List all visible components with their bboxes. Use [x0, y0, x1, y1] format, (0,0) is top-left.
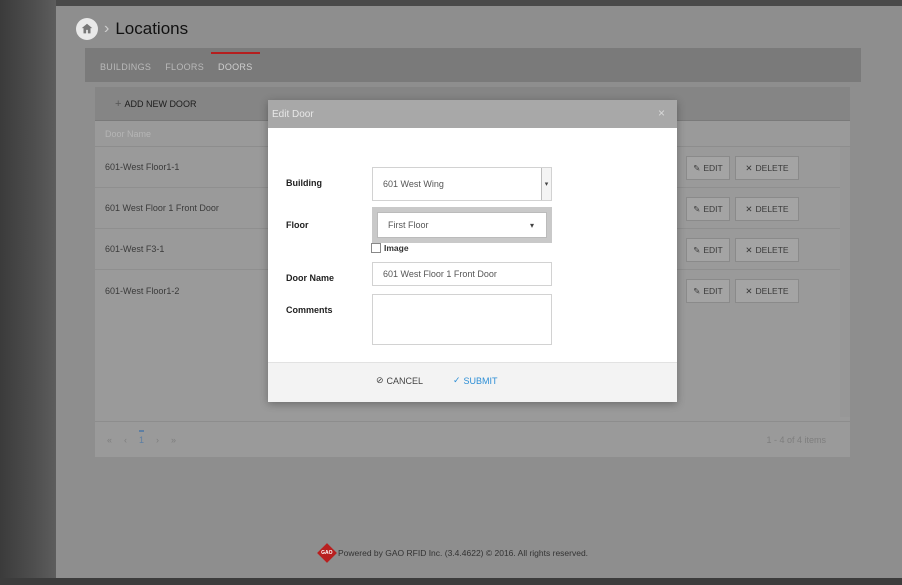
pencil-icon: ✎ [693, 244, 701, 255]
tabs-bar: BUILDINGS FLOORS DOORS [85, 48, 861, 82]
dialog-header: Edit Door × [268, 100, 677, 128]
edit-button[interactable]: ✎ EDIT [686, 197, 730, 221]
tab-floors[interactable]: FLOORS [158, 62, 211, 82]
delete-button[interactable]: ✕ DELETE [735, 197, 799, 221]
row-door-name: 601-West Floor1-1 [105, 162, 180, 172]
door-name-input[interactable]: 601 West Floor 1 Front Door [372, 262, 552, 286]
floor-select[interactable]: First Floor ▾ [372, 207, 552, 243]
close-icon[interactable]: × [658, 106, 665, 120]
row-door-name: 601-West Floor1-2 [105, 285, 180, 296]
footer-text: Powered by GAO RFID Inc. (3.4.4622) © 20… [338, 548, 589, 558]
pager-first-button[interactable]: « [107, 435, 112, 445]
checkmark-icon: ✓ [453, 375, 461, 385]
chevron-down-icon: ▾ [529, 220, 534, 230]
building-label: Building [286, 178, 322, 188]
pencil-icon: ✎ [693, 162, 701, 173]
tab-doors[interactable]: DOORS [211, 52, 260, 82]
pager-page-1[interactable]: 1 [139, 429, 145, 445]
pager: « ‹ 1 › » 1 - 4 of 4 items [95, 421, 850, 457]
image-checkbox-row[interactable]: Image [371, 243, 409, 253]
edit-button[interactable]: ✎ EDIT [686, 156, 730, 180]
door-name-label: Door Name [286, 273, 335, 283]
row-door-name: 601 West Floor 1 Front Door [105, 203, 219, 213]
bottom-bezel [0, 578, 902, 585]
edit-door-dialog: Edit Door × ⊘ CANCEL ✓ SUBMIT [268, 100, 677, 402]
add-new-door-button[interactable]: + ADD NEW DOOR [115, 98, 196, 110]
breadcrumb: › Locations [76, 14, 188, 44]
tab-buildings[interactable]: BUILDINGS [93, 62, 158, 82]
plus-icon: + [115, 97, 122, 110]
table-scrollbar[interactable] [840, 147, 850, 417]
cancel-button[interactable]: ⊘ CANCEL [376, 375, 423, 386]
comments-textarea[interactable] [372, 294, 552, 345]
pencil-icon: ✎ [693, 203, 701, 214]
pencil-icon: ✎ [693, 285, 701, 296]
delete-button[interactable]: ✕ DELETE [735, 156, 799, 180]
dialog-footer: ⊘ CANCEL ✓ SUBMIT [268, 362, 677, 402]
close-icon: ✕ [745, 203, 753, 214]
row-door-name: 601-West F3-1 [105, 244, 165, 254]
pager-next-button[interactable]: › [156, 435, 159, 445]
image-checkbox-label: Image [384, 243, 409, 253]
close-icon: ✕ [745, 285, 753, 296]
pager-info: 1 - 4 of 4 items [766, 434, 826, 445]
chevron-down-icon: ▾ [541, 168, 551, 200]
cancel-icon: ⊘ [376, 375, 384, 385]
footer: GAO Powered by GAO RFID Inc. (3.4.4622) … [317, 543, 589, 563]
close-icon: ✕ [745, 244, 753, 255]
building-select[interactable]: 601 West Wing ▾ [372, 167, 552, 201]
dialog-title: Edit Door [272, 108, 314, 120]
left-bezel [0, 0, 56, 585]
gao-logo-icon: GAO [317, 543, 337, 563]
pager-prev-button[interactable]: ‹ [124, 435, 127, 445]
breadcrumb-separator: › [104, 20, 110, 37]
delete-button[interactable]: ✕ DELETE [735, 238, 799, 262]
close-icon: ✕ [745, 162, 753, 173]
pager-last-button[interactable]: » [171, 435, 176, 445]
image-checkbox[interactable] [371, 243, 381, 253]
app-window: › Locations BUILDINGS FLOORS DOORS + ADD… [0, 0, 902, 585]
submit-button[interactable]: ✓ SUBMIT [453, 375, 498, 386]
delete-button[interactable]: ✕ DELETE [735, 279, 799, 303]
page-title: Locations [115, 19, 189, 38]
comments-label: Comments [286, 305, 333, 315]
add-new-door-label: ADD NEW DOOR [124, 98, 197, 109]
home-icon[interactable] [76, 18, 98, 40]
edit-button[interactable]: ✎ EDIT [686, 279, 730, 303]
floor-label: Floor [286, 220, 309, 230]
edit-button[interactable]: ✎ EDIT [686, 238, 730, 262]
